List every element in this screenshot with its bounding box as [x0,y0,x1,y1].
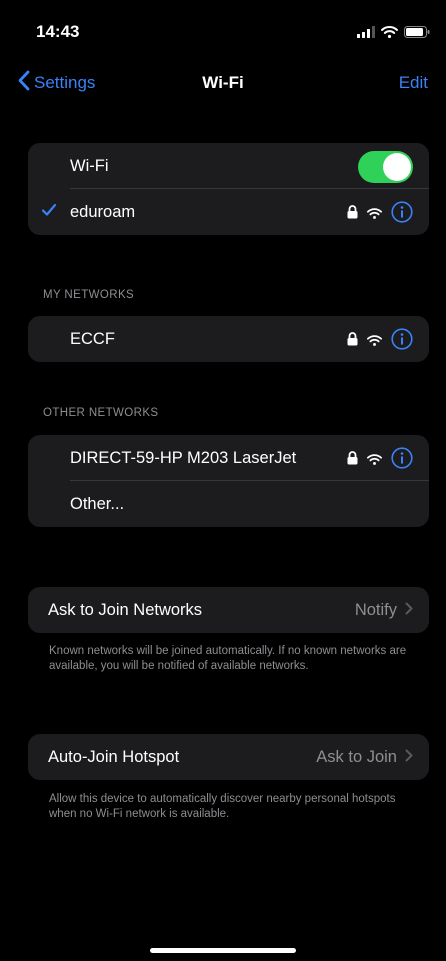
wifi-icon [367,452,382,470]
connected-network-row[interactable]: eduroam [28,189,429,235]
network-status-icons [347,201,413,228]
network-row[interactable]: DIRECT-59-HP M203 LaserJet [28,435,429,481]
wifi-icon [367,206,382,224]
battery-icon [404,25,430,43]
toggle-knob [383,153,411,181]
lock-icon [347,205,358,224]
network-name: DIRECT-59-HP M203 LaserJet [70,448,297,467]
info-icon[interactable] [391,447,413,474]
wifi-toggle-label: Wi-Fi [70,156,109,175]
ask-to-join-footnote: Known networks will be joined automatica… [49,645,407,672]
other-networks-header: OTHER NETWORKS [43,407,159,419]
lock-icon [347,332,358,351]
chevron-right-icon [405,748,413,767]
status-time: 14:43 [36,22,80,41]
wifi-group: Wi-Fi eduroam [28,143,429,235]
connected-network-name: eduroam [70,202,136,221]
info-icon[interactable] [391,328,413,355]
network-status-icons [347,447,413,474]
edit-button[interactable]: Edit [399,73,428,93]
status-bar: 14:43 [0,0,446,62]
other-network-row[interactable]: Other... [28,481,429,527]
ask-to-join-value: Notify [354,601,397,619]
signal-icon [357,25,375,43]
checkmark-icon [41,202,57,223]
wifi-toggle-row: Wi-Fi [28,143,429,189]
status-icons [357,25,430,43]
network-row[interactable]: ECCF [28,316,429,362]
auto-join-hotspot-value: Ask to Join [316,748,397,766]
info-icon[interactable] [391,201,413,228]
ask-to-join-row[interactable]: Ask to Join Networks Notify [28,587,429,633]
wifi-toggle[interactable] [358,151,413,183]
lock-icon [347,451,358,470]
network-name: ECCF [70,329,115,348]
auto-join-hotspot-footnote: Allow this device to automatically disco… [49,793,396,820]
network-status-icons [347,328,413,355]
chevron-right-icon [405,601,413,620]
my-networks-header: MY NETWORKS [43,289,135,301]
navigation-bar: Settings Wi-Fi Edit [0,62,446,106]
ask-to-join-label: Ask to Join Networks [48,600,203,619]
ask-to-join-group: Ask to Join Networks Notify [28,587,429,633]
auto-join-hotspot-detail: Ask to Join [316,748,413,767]
page-title: Wi-Fi [202,73,244,92]
auto-join-hotspot-group: Auto-Join Hotspot Ask to Join [28,734,429,780]
my-networks-group: ECCF [28,316,429,362]
other-network-label: Other... [70,494,125,513]
home-indicator[interactable] [150,948,296,953]
auto-join-hotspot-label: Auto-Join Hotspot [48,747,180,766]
wifi-icon [367,333,382,351]
ask-to-join-detail: Notify [355,601,413,620]
auto-join-hotspot-row[interactable]: Auto-Join Hotspot Ask to Join [28,734,429,780]
wifi-icon [381,25,398,43]
other-networks-group: DIRECT-59-HP M203 LaserJet Other... [28,435,429,527]
